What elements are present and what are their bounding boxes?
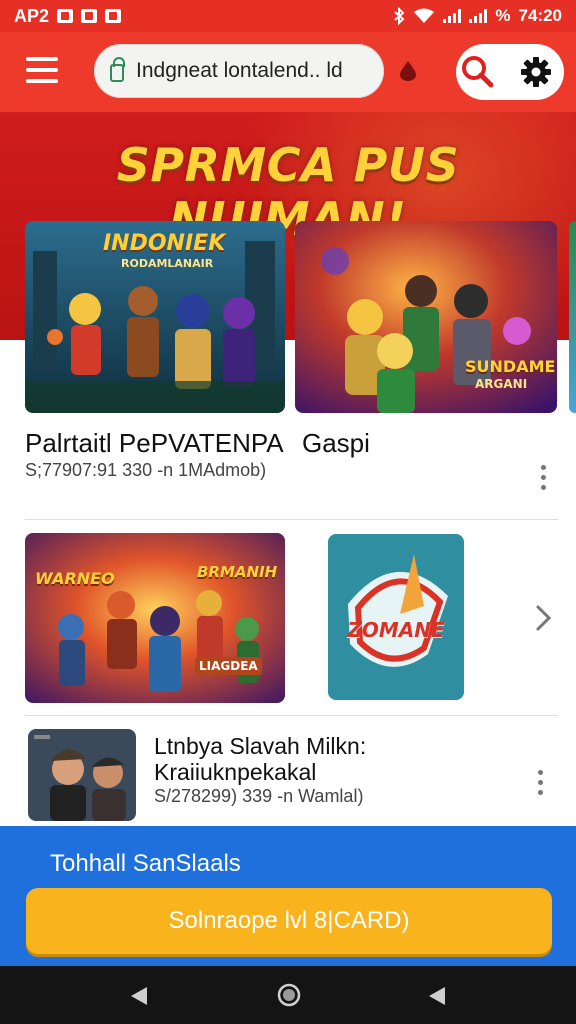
- card-3-title[interactable]: Ltnbya Slavah Milkn: Kraiiuknpekakal: [154, 733, 534, 785]
- home-icon[interactable]: [277, 983, 301, 1007]
- game-thumbnail-4[interactable]: [28, 729, 136, 821]
- battery-text: %: [495, 6, 511, 25]
- status-bar: AP2 % 74:20: [0, 0, 576, 32]
- card-1-meta: S;77907:91 330 -n 1MAdmob): [25, 460, 267, 480]
- play-icon: [81, 9, 98, 23]
- camera-icon: [105, 9, 122, 23]
- game-thumbnail-3[interactable]: WARNEO BRMANIH LIAGDEA: [25, 533, 285, 703]
- more-options-icon[interactable]: [535, 770, 545, 800]
- thumb-3-title-left: WARNEO: [35, 569, 115, 588]
- menu-icon[interactable]: [26, 57, 58, 85]
- overview-icon[interactable]: [426, 985, 448, 1007]
- divider: [25, 715, 558, 716]
- search-icon[interactable]: [460, 54, 494, 88]
- card-2-title[interactable]: Gaspi: [302, 428, 370, 459]
- thumb-1-subtitle: RODAMLANAIR: [121, 257, 214, 270]
- game-thumbnail-partial[interactable]: [569, 221, 576, 413]
- chevron-right-icon[interactable]: [534, 604, 554, 632]
- url-text: Indgneat lontalend.. ld: [136, 59, 343, 82]
- address-bar[interactable]: Indgneat lontalend.. ld: [94, 44, 384, 98]
- screen: AP2 % 74:20 Indgneat lontalend.. ld SPRM…: [0, 0, 576, 1024]
- promo-button[interactable]: Solnraope lvl 8|CARD): [26, 888, 552, 954]
- thumb-2-title: SUNDAME: [465, 357, 556, 376]
- game-thumbnail-2[interactable]: SUNDAME ARGANI: [295, 221, 557, 413]
- bluetooth-icon: [394, 7, 405, 25]
- wifi-icon: [414, 8, 435, 23]
- back-icon[interactable]: [128, 985, 150, 1007]
- game-thumbnail-1[interactable]: INDONIEK RODAMLANAIR: [25, 221, 285, 413]
- signal-icon-2: [469, 9, 488, 23]
- mail-icon: [57, 9, 74, 23]
- status-time: 74:20: [518, 6, 562, 25]
- thumb-2-subtitle: ARGANI: [475, 377, 528, 391]
- app-bar-actions: [456, 44, 564, 100]
- thumb-3-title-bottom: LIAGDEA: [195, 657, 262, 675]
- thumb-1-title: INDONIEK: [103, 231, 226, 256]
- card-3-meta: S/278299) 339 -n Wamlal): [154, 786, 364, 806]
- promo-label: Tohhall SanSlaals: [50, 850, 241, 877]
- game-logo-thumbnail[interactable]: ZOMANE: [328, 534, 464, 700]
- more-options-icon[interactable]: [538, 465, 548, 495]
- divider: [25, 519, 558, 520]
- system-nav-bar: [0, 966, 576, 1024]
- status-right: % 74:20: [393, 6, 562, 26]
- app-bar: Indgneat lontalend.. ld: [0, 32, 576, 112]
- promo-panel: Tohhall SanSlaals Solnraope lvl 8|CARD): [0, 826, 576, 966]
- card-1-title[interactable]: Palrtaitl PePVATENPA: [25, 428, 284, 459]
- gear-icon[interactable]: [520, 56, 552, 88]
- thumb-3-title-right: BRMANIH: [197, 563, 278, 581]
- drop-icon[interactable]: [398, 60, 418, 82]
- status-left: AP2: [14, 5, 122, 27]
- signal-icon: [443, 9, 462, 23]
- status-carrier: AP2: [14, 5, 50, 26]
- thumb-logo-text: ZOMANE: [347, 618, 445, 642]
- lock-icon: [110, 57, 125, 82]
